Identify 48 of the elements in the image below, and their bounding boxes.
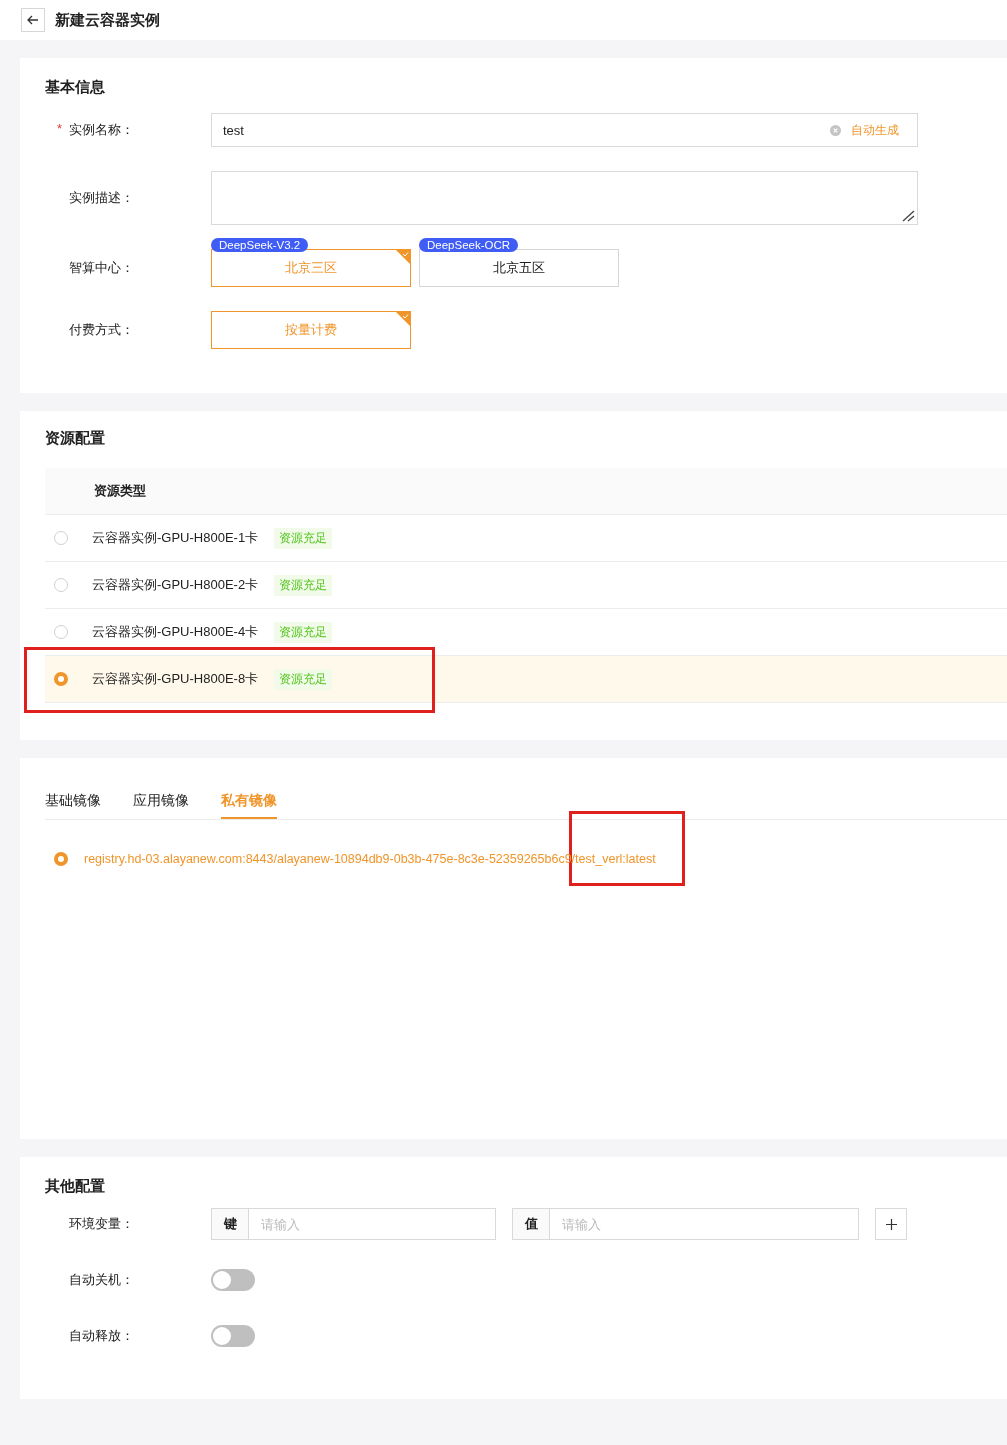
status-tag: 资源充足 xyxy=(274,574,333,596)
resize-grip-icon xyxy=(901,210,915,222)
corner-check-icon xyxy=(396,250,410,264)
field-label: 环境变量： xyxy=(68,1215,135,1233)
radio-button[interactable] xyxy=(54,578,68,592)
model-badge: DeepSeek-V3.2 xyxy=(211,238,309,252)
field-label: 自动释放： xyxy=(68,1327,135,1345)
required-mark: * xyxy=(57,121,63,136)
section-title: 其他配置 xyxy=(45,1177,105,1196)
field-label: 实例名称： * xyxy=(56,121,135,139)
text-area[interactable] xyxy=(211,171,918,225)
field-label: 付费方式： xyxy=(68,321,135,339)
table-header: 资源类型 xyxy=(45,468,1007,515)
field-label: 智算中心： xyxy=(68,259,135,277)
section-title: 基本信息 xyxy=(45,78,105,97)
add-button[interactable] xyxy=(875,1208,907,1240)
toggle-switch[interactable] xyxy=(211,1325,255,1347)
back-button[interactable] xyxy=(21,8,45,32)
plus-icon xyxy=(885,1218,897,1230)
resource-name[interactable]: 云容器实例-GPU-H800E-2卡 xyxy=(92,576,259,594)
model-badge: DeepSeek-OCR xyxy=(419,238,519,252)
field-label: 实例描述： xyxy=(68,189,135,207)
image-tab[interactable]: 基础镜像 xyxy=(45,784,101,819)
input-field[interactable]: test 自动生成 xyxy=(211,113,918,147)
input-field[interactable]: 键 请输入 xyxy=(211,1208,496,1240)
corner-check-icon xyxy=(396,312,410,326)
left-arrow-icon xyxy=(27,15,39,25)
clear-icon[interactable] xyxy=(830,124,841,136)
section-title: 资源配置 xyxy=(45,429,105,448)
page-title: 新建云容器实例 xyxy=(55,10,160,30)
status-tag: 资源充足 xyxy=(274,527,333,549)
input-field[interactable]: 值 请输入 xyxy=(512,1208,859,1240)
resource-name[interactable]: 云容器实例-GPU-H800E-4卡 xyxy=(92,623,259,641)
radio-button[interactable] xyxy=(54,625,68,639)
table-row[interactable]: 云容器实例-GPU-H800E-2卡 资源充足 xyxy=(45,562,1007,609)
field-addon: 键 xyxy=(212,1209,249,1239)
field-label: 自动关机： xyxy=(68,1271,135,1289)
resource-name[interactable]: 云容器实例-GPU-H800E-8卡 xyxy=(92,670,259,688)
radio-button[interactable] xyxy=(54,672,68,686)
field-addon: 值 xyxy=(513,1209,550,1239)
status-tag: 资源充足 xyxy=(274,621,333,643)
radio-button[interactable] xyxy=(54,531,68,545)
table-row[interactable]: 云容器实例-GPU-H800E-1卡 资源充足 xyxy=(45,515,1007,562)
toggle-switch[interactable] xyxy=(211,1269,255,1291)
radio-button[interactable] xyxy=(54,852,68,866)
resource-name[interactable]: 云容器实例-GPU-H800E-1卡 xyxy=(92,529,259,547)
image-tab[interactable]: 应用镜像 xyxy=(133,784,189,819)
status-tag: 资源充足 xyxy=(274,668,333,690)
